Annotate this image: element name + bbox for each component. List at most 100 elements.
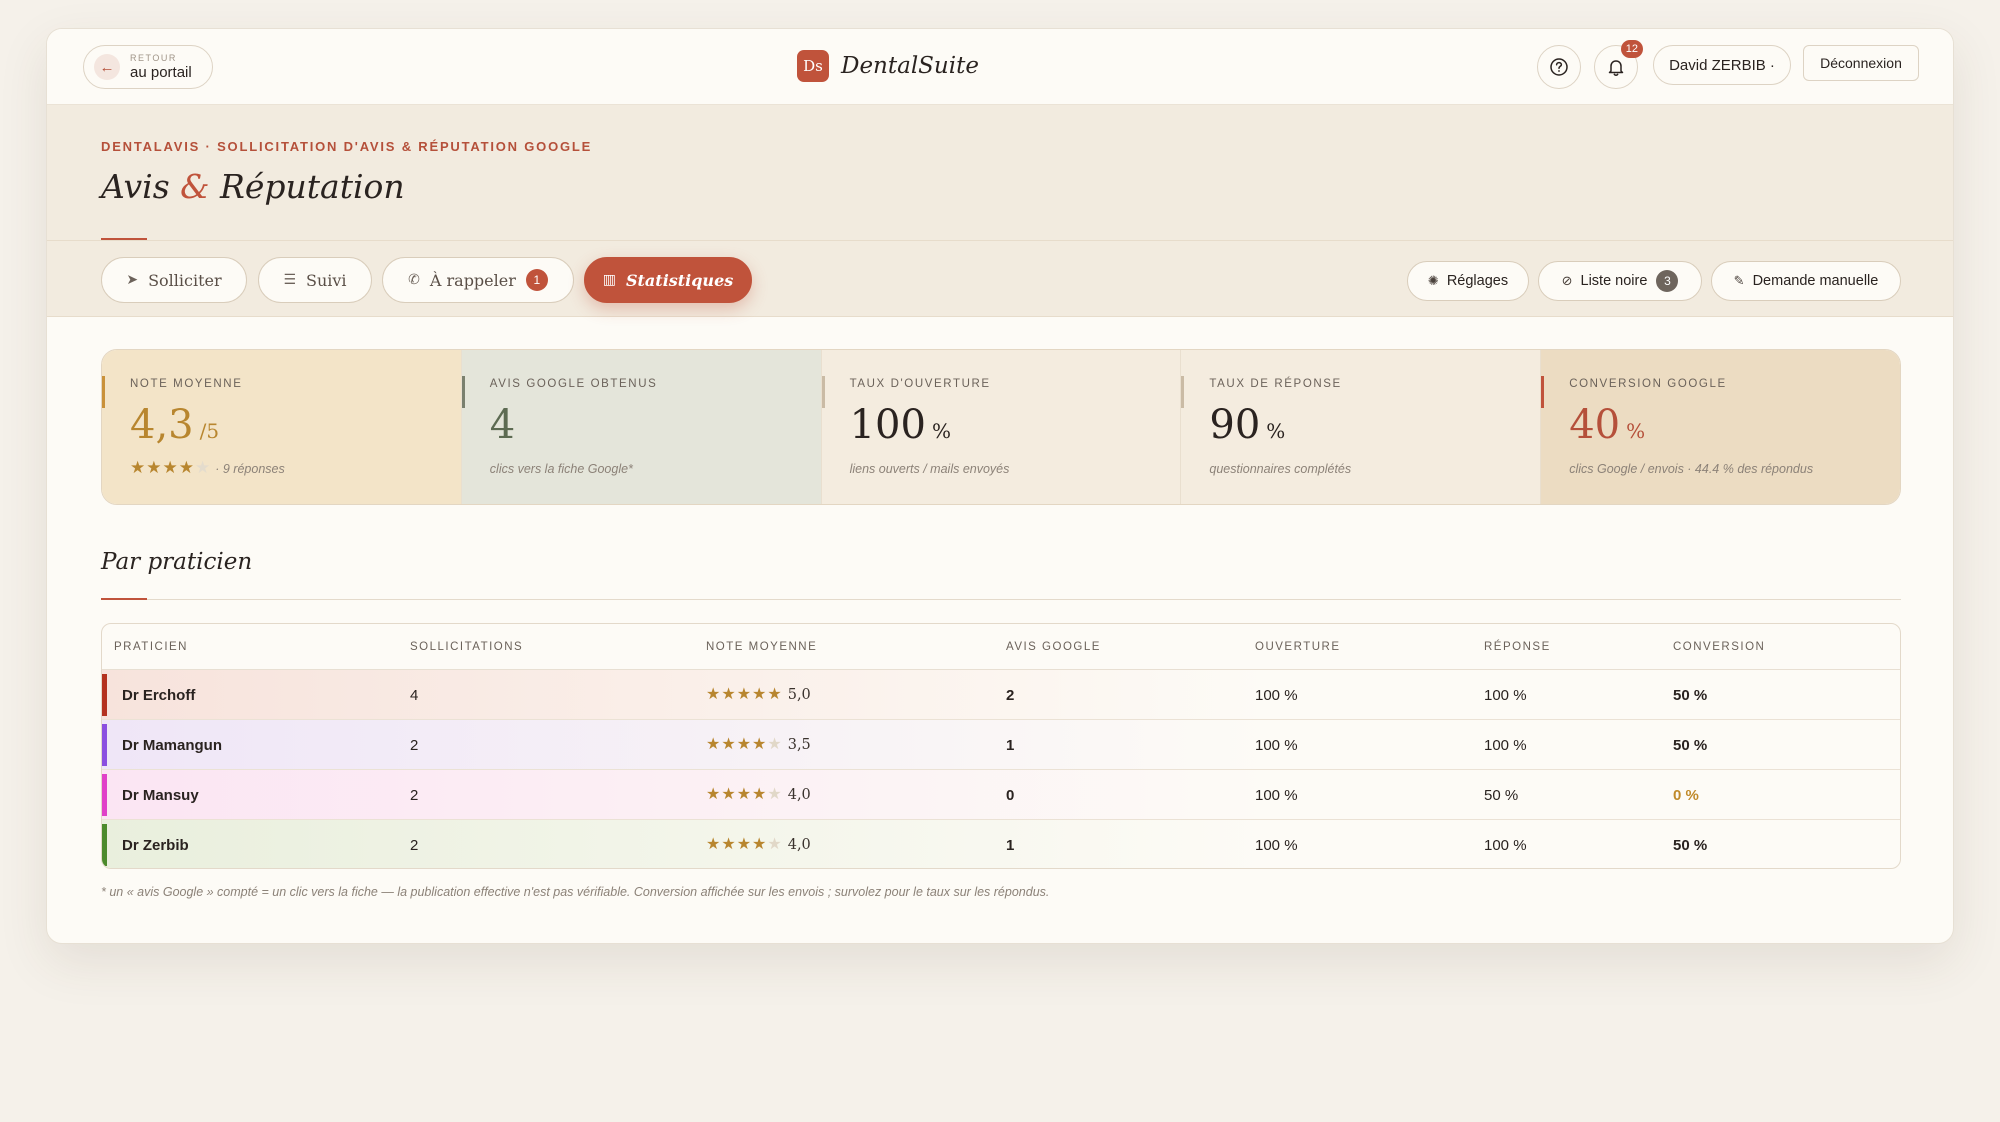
title-underline	[101, 238, 147, 240]
help-button[interactable]	[1537, 45, 1581, 89]
tab-a-rappeler[interactable]: ✆ À rappeler 1	[382, 257, 574, 303]
page-title: Avis & Réputation	[101, 167, 405, 206]
kpi-label: AVIS GOOGLE OBTENUS	[489, 378, 658, 390]
kpi-unit: %	[1266, 419, 1286, 443]
settings-button[interactable]: ✺ Réglages	[1407, 261, 1529, 301]
settings-icon: ✺	[1427, 273, 1439, 288]
star-icon: ★	[736, 736, 753, 753]
kpi-accent-bar	[102, 376, 105, 408]
rating-value: 5,0	[787, 687, 811, 703]
conversion-cell[interactable]: 50 %	[1673, 737, 1707, 754]
send-icon: ➤	[126, 272, 139, 288]
star-icon: ★	[146, 458, 163, 477]
kpi-unit: %	[931, 419, 951, 443]
google-reviews-cell: 2	[1006, 687, 1015, 704]
blacklist-button[interactable]: ⊘ Liste noire 3	[1538, 261, 1702, 301]
block-icon: ⊘	[1561, 273, 1573, 288]
table-row[interactable]: Dr Mamangun 2 ★★★★★ 3,5 1 100 % 100 % 50 %	[102, 720, 1900, 770]
sollicitations-cell: 2	[410, 787, 419, 804]
rating-cell: ★★★★★ 5,0	[706, 684, 811, 704]
star-icon: ★	[162, 458, 179, 477]
logout-button[interactable]: Déconnexion	[1803, 45, 1919, 81]
column-header[interactable]: RÉPONSE	[1484, 641, 1551, 653]
response-rate-cell: 100 %	[1484, 837, 1527, 854]
back-label: au portail	[130, 63, 192, 81]
practitioner-color-bar	[102, 674, 107, 716]
notifications-button[interactable]: 12	[1594, 40, 1643, 89]
kpi-cards: NOTE MOYENNE 4,3/5 ★★★★★ · 9 réponses AVIS G…	[101, 349, 1901, 505]
rating-cell: ★★★★★ 3,5	[706, 734, 811, 754]
kpi-value-number: 90	[1209, 402, 1261, 448]
sollicitations-cell: 4	[410, 687, 419, 704]
open-rate-cell: 100 %	[1255, 837, 1298, 854]
practitioner-name: Dr Erchoff	[122, 687, 196, 704]
column-header[interactable]: NOTE MOYENNE	[706, 641, 817, 653]
settings-label: Réglages	[1446, 273, 1509, 289]
star-icon: ★	[767, 836, 783, 853]
column-header[interactable]: CONVERSION	[1673, 641, 1765, 653]
manual-request-button[interactable]: ✎ Demande manuelle	[1711, 261, 1901, 301]
notification-count-badge: 12	[1620, 40, 1643, 58]
google-reviews-cell: 1	[1006, 737, 1015, 754]
table-row[interactable]: Dr Zerbib 2 ★★★★★ 4,0 1 100 % 100 % 50 %	[102, 820, 1900, 868]
blacklist-label: Liste noire	[1580, 273, 1648, 289]
title-ampersand: &	[180, 167, 210, 206]
kpi-value-number: 100	[849, 402, 926, 448]
sollicitations-cell: 2	[410, 837, 419, 854]
bar-chart-icon: ▥	[602, 272, 616, 288]
rating-stars: ★★★★★ · 9 réponses	[130, 458, 285, 478]
star-icon: ★	[195, 458, 212, 477]
column-header[interactable]: SOLLICITATIONS	[410, 641, 523, 653]
column-header[interactable]: OUVERTURE	[1255, 641, 1341, 653]
column-header[interactable]: AVIS GOOGLE	[1006, 641, 1101, 653]
star-icon: ★	[706, 736, 722, 753]
star-icon: ★	[736, 836, 753, 853]
rating-stars: ★★★★★	[706, 736, 783, 753]
back-to-portal-button[interactable]: ← RETOUR au portail	[83, 45, 213, 89]
kpi-value: 4,3/5	[130, 402, 219, 448]
kpi-sub: questionnaires complétés	[1209, 462, 1352, 476]
tab-statistiques[interactable]: ▥ Statistiques	[584, 257, 752, 303]
tab-solliciter[interactable]: ➤ Solliciter	[101, 257, 247, 303]
conversion-cell[interactable]: 0 %	[1673, 787, 1699, 804]
star-icon: ★	[130, 458, 147, 477]
brand-name: DentalSuite	[841, 53, 979, 79]
star-icon: ★	[721, 686, 737, 703]
table-row[interactable]: Dr Mansuy 2 ★★★★★ 4,0 0 100 % 50 % 0 %	[102, 770, 1900, 820]
rating-cell: ★★★★★ 4,0	[706, 834, 811, 854]
tab-label: Statistiques	[625, 270, 734, 290]
table-row[interactable]: Dr Erchoff 4 ★★★★★ 5,0 2 100 % 100 % 50 %	[102, 670, 1900, 720]
practitioner-table: PRATICIEN SOLLICITATIONS NOTE MOYENNE AVIS …	[101, 623, 1901, 869]
conversion-cell[interactable]: 50 %	[1673, 837, 1707, 854]
kpi-value-number: 4	[489, 402, 516, 448]
response-rate-cell: 100 %	[1484, 687, 1527, 704]
kpi-sub: liens ouverts / mails envoyés	[849, 462, 1010, 476]
user-menu-button[interactable]: David ZERBIB ·	[1653, 45, 1791, 85]
star-icon: ★	[706, 786, 722, 803]
kpi-value: 40%	[1569, 402, 1645, 448]
kpi-value: 90%	[1209, 402, 1285, 448]
kpi-card: NOTE MOYENNE 4,3/5 ★★★★★ · 9 réponses	[102, 350, 462, 504]
kpi-value-number: 40	[1569, 402, 1621, 448]
google-reviews-cell: 0	[1006, 787, 1015, 804]
tab-suivi[interactable]: ☰ Suivi	[258, 257, 372, 303]
conversion-cell[interactable]: 50 %	[1673, 687, 1707, 704]
kpi-sub: · 9 réponses	[215, 462, 285, 476]
kpi-accent-bar	[461, 376, 465, 408]
star-icon: ★	[721, 736, 737, 753]
rating-value: 4,0	[787, 787, 811, 803]
star-icon: ★	[721, 836, 737, 853]
star-icon: ★	[767, 786, 783, 803]
list-icon: ☰	[283, 272, 296, 288]
practitioner-color-bar	[102, 824, 107, 866]
column-header[interactable]: PRATICIEN	[114, 641, 188, 653]
open-rate-cell: 100 %	[1255, 787, 1298, 804]
callback-count-badge: 1	[525, 269, 548, 291]
bell-icon	[1608, 60, 1624, 77]
star-icon: ★	[706, 686, 722, 703]
star-icon: ★	[736, 686, 753, 703]
tab-label: À rappeler	[429, 270, 516, 290]
brand[interactable]: Ds DentalSuite	[797, 50, 979, 82]
rating-stars: ★★★★★	[706, 686, 783, 703]
top-bar: ← RETOUR au portail Ds DentalSuite 12 Da…	[47, 29, 1953, 105]
